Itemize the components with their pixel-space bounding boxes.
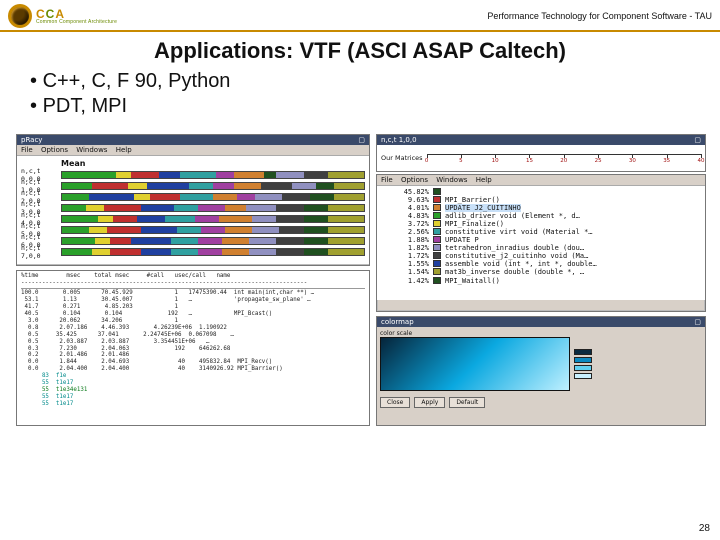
percent-row: 4.01%UPDATE J2_CUITINHO <box>383 204 699 212</box>
table-row: 0.2 2.01.486 2.01.486 <box>21 352 365 359</box>
table-row: 55 t1e17 <box>21 401 365 408</box>
bar-row: n,c,t 0,0,0 <box>21 170 365 180</box>
menu-help[interactable]: Help <box>116 146 132 154</box>
color-swatch[interactable] <box>574 357 592 363</box>
bar-row: n,c,t 4,0,0 <box>21 214 365 224</box>
bullet-item: PDT, MPI <box>30 95 690 118</box>
bar-row: n,c,t 5,0,0 <box>21 225 365 235</box>
axis-ruler: 0510152025303540 <box>427 154 701 162</box>
titlebar: colormap▢ <box>377 317 705 327</box>
table-row: 0.5 35.425 37.041 2.24745E+06 0.067098 … <box>21 332 365 339</box>
axis-label: Our Matrices <box>381 154 423 162</box>
percent-row: 1.54%mat3b_inverse double (double *, … <box>383 268 699 276</box>
window-color-editor: colormap▢ color scale Close Apply Defaul… <box>376 316 706 426</box>
menu-windows[interactable]: Windows <box>436 176 467 184</box>
menu-file[interactable]: File <box>21 146 33 154</box>
table-row: 53.1 1.13 30.45.007 1 … 'propagate_sw_pl… <box>21 297 365 304</box>
color-swatch[interactable] <box>574 349 592 355</box>
bullet-item: C++, C, F 90, Python <box>30 70 690 93</box>
bar-row-label: n,c,t 7,0,0 <box>21 244 61 260</box>
mean-label: Mean <box>61 159 365 168</box>
gradient-preview[interactable] <box>380 337 570 391</box>
bullet-list: C++, C, F 90, Python PDT, MPI <box>30 70 690 118</box>
percent-row: 1.42%MPI_Waitall() <box>383 277 699 285</box>
bar-row: n,c,t 1,0,0 <box>21 181 365 191</box>
table-row: 40.5 0.104 0.104 192 … MPI_Bcast() <box>21 311 365 318</box>
stacked-bar <box>61 226 365 234</box>
window-text-table: %time msec total msec #call usec/call na… <box>16 270 370 426</box>
slide-header: CCA Common Component Architecture Perfor… <box>0 0 720 28</box>
stacked-bar <box>61 237 365 245</box>
stacked-bar <box>61 182 365 190</box>
bar-row: n,c,t 2,0,0 <box>21 192 365 202</box>
bar-row: n,c,t 3,0,0 <box>21 203 365 213</box>
divider <box>0 30 720 32</box>
bar-row: n,c,t 6,0,0 <box>21 236 365 246</box>
menubar: File Options Windows Help <box>17 145 369 156</box>
stacked-bar <box>61 215 365 223</box>
close-button[interactable]: Close <box>380 397 410 408</box>
apply-button[interactable]: Apply <box>414 397 445 408</box>
table-row: 55 t1e17 <box>21 394 365 401</box>
table-row: 0.0 2.04.400 2.04.400 40 3140926.92 MPI_… <box>21 366 365 373</box>
bar-row: n,c,t 7,0,0 <box>21 247 365 257</box>
percent-row: 1.82%tetrahedron_inradius double (dou… <box>383 244 699 252</box>
menu-options[interactable]: Options <box>41 146 68 154</box>
table-row: 83 f1e <box>21 373 365 380</box>
gradient-label: color scale <box>380 330 702 337</box>
percent-row: 1.88%UPDATE P <box>383 236 699 244</box>
stacked-bar <box>61 171 365 179</box>
logo-subtitle: Common Component Architecture <box>36 20 117 25</box>
table-header: %time msec total msec #call usec/call na… <box>21 273 365 280</box>
menu-file[interactable]: File <box>381 176 393 184</box>
swatch-column <box>574 337 690 391</box>
menu-windows[interactable]: Windows <box>76 146 107 154</box>
table-row: 41.7 0.271 4.85.203 1 <box>21 304 365 311</box>
menu-help[interactable]: Help <box>476 176 492 184</box>
color-swatch[interactable] <box>574 365 592 371</box>
logo-ring-icon <box>8 4 32 28</box>
logo: CCA Common Component Architecture <box>8 4 117 28</box>
titlebar: pRacy▢ <box>17 135 369 145</box>
percent-row: 1.55%assemble void (int *, int *, double… <box>383 260 699 268</box>
percent-total-row: 45.82% <box>383 188 699 196</box>
table-row: 55 t1e17 <box>21 380 365 387</box>
table-row: 3.0 20.062 34.206 1 <box>21 318 365 325</box>
menu-options[interactable]: Options <box>401 176 428 184</box>
default-button[interactable]: Default <box>449 397 485 408</box>
table-row: 0.5 2.03.887 2.03.887 3.354451E+06 … <box>21 339 365 346</box>
percent-row: 2.56%constitutive virt void (Material *… <box>383 228 699 236</box>
table-row: 0.0 1.844 2.04.693 40 495832.84 MPI_Recv… <box>21 359 365 366</box>
window-axis: n,c,t 1,0,0▢ Our Matrices 05101520253035… <box>376 134 706 172</box>
page-number: 28 <box>699 523 710 534</box>
stacked-bar <box>61 193 365 201</box>
table-row: 0.8 2.07.186 4.46.393 4.26239E+06 1.1909… <box>21 325 365 332</box>
logo-acronym: CCA <box>36 8 117 20</box>
percent-row: 4.83%adlib_driver void (Element *, d… <box>383 212 699 220</box>
menubar: File Options Windows Help <box>377 175 705 186</box>
window-percent-list: File Options Windows Help 45.82%9.63%MPI… <box>376 174 706 312</box>
titlebar: n,c,t 1,0,0▢ <box>377 135 705 145</box>
slide-title: Applications: VTF (ASCI ASAP Caltech) <box>30 38 690 64</box>
window-stacked-bars: pRacy▢ File Options Windows Help Mean n,… <box>16 134 370 266</box>
stacked-bar <box>61 248 365 256</box>
percent-row: 1.72%constitutive_j2_cuitinho void (Ma… <box>383 252 699 260</box>
table-row: 100.0 0.005 70.45.929 1 17475390.44 int … <box>21 290 365 297</box>
color-swatch[interactable] <box>574 373 592 379</box>
header-right-text: Performance Technology for Component Sof… <box>487 11 712 21</box>
stacked-bar <box>61 204 365 212</box>
table-row: 0.3 7.230 2.04.063 192 646262.68 <box>21 346 365 353</box>
table-row: 55 t1e34e131 <box>21 387 365 394</box>
percent-row: 9.63%MPI_Barrier() <box>383 196 699 204</box>
percent-row: 3.72%MPI_Finalize() <box>383 220 699 228</box>
